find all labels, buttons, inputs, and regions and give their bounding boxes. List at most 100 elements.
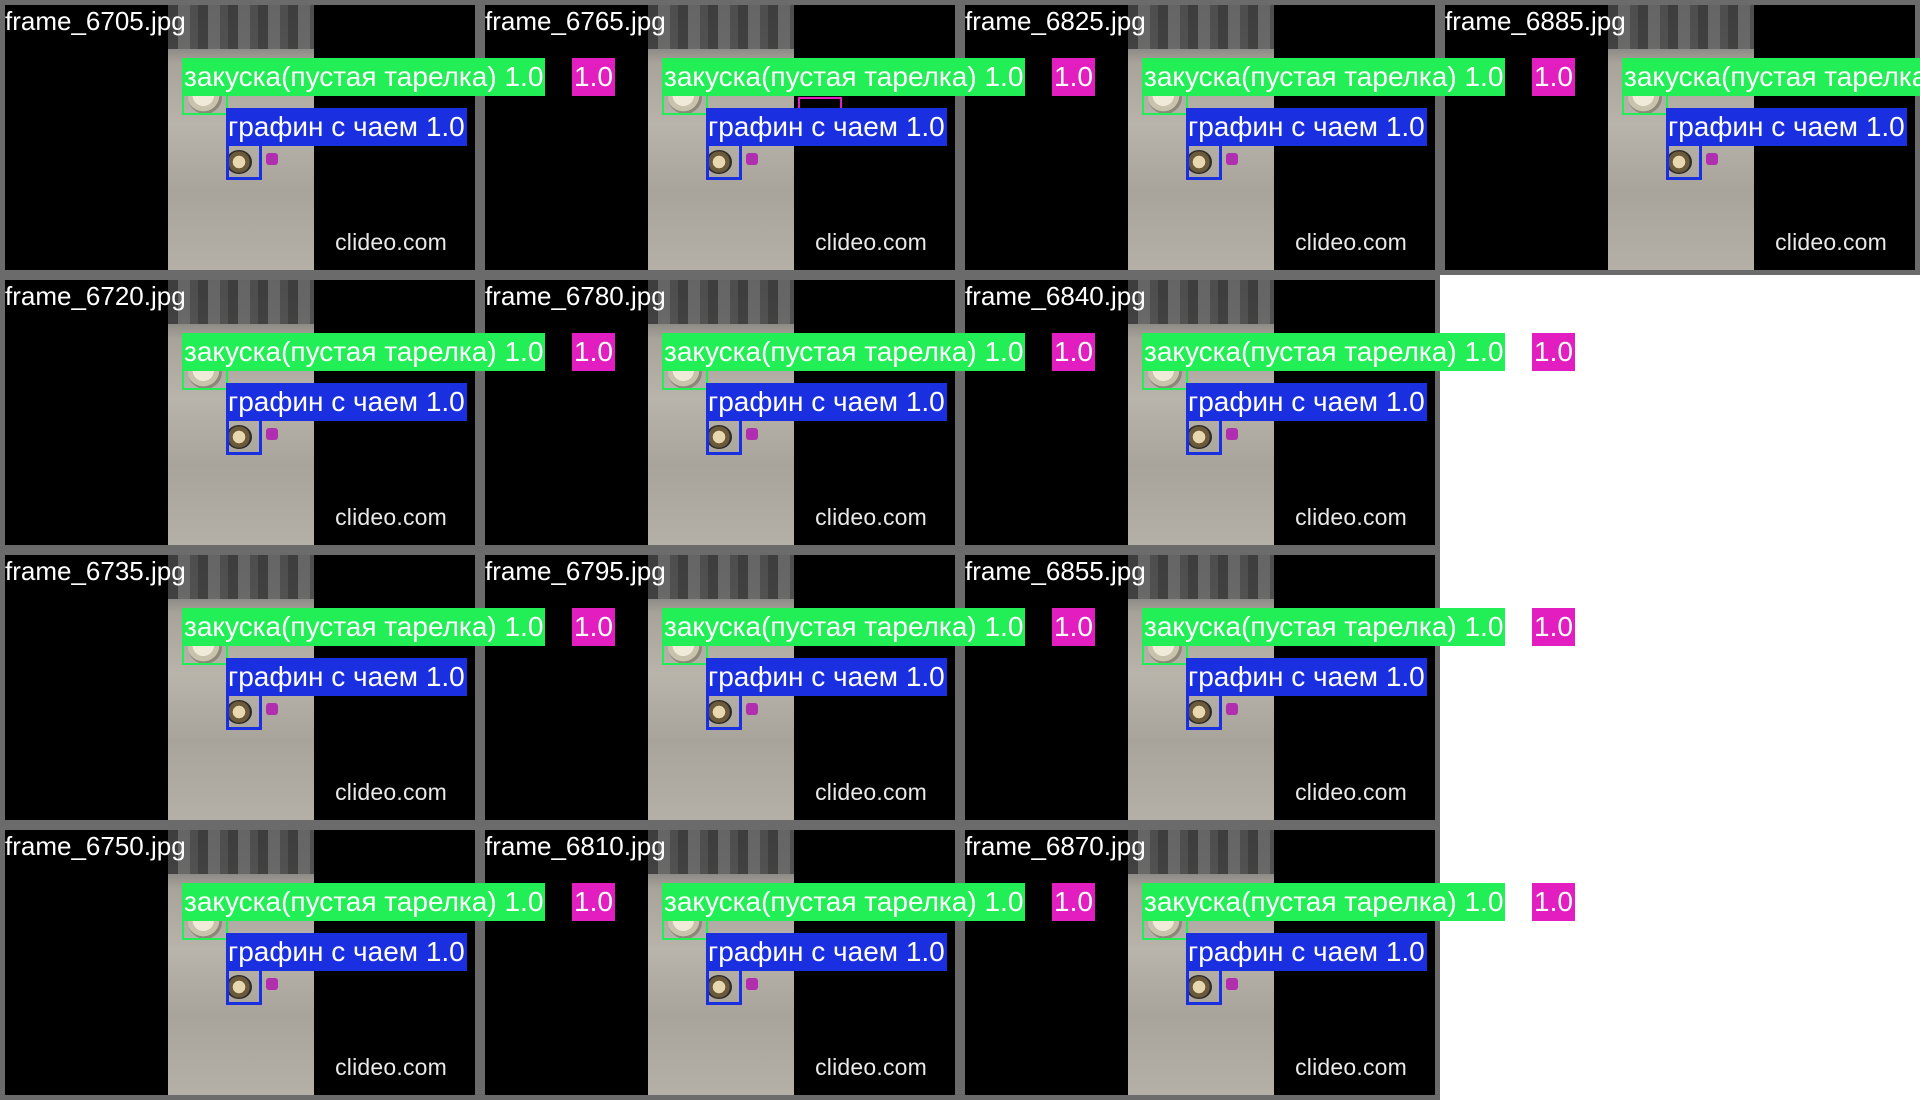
detection-box-carafe: [706, 415, 742, 455]
label-snack: закуска(пустая тарелка) 1.0: [662, 58, 1026, 96]
cup-object: [1226, 978, 1238, 990]
label-score: 1.0: [1532, 333, 1575, 371]
watermark: clideo.com: [335, 229, 447, 255]
label-score: 1.0: [1532, 608, 1575, 646]
detection-box-carafe: [1186, 690, 1222, 730]
label-carafe: графин с чаем 1.0: [226, 108, 467, 146]
watermark: clideo.com: [335, 1054, 447, 1080]
detection-box-carafe: [1186, 965, 1222, 1005]
shelf-region: [648, 830, 794, 874]
frame-tile: clideo.com frame_6750.jpg закуска(пустая т…: [0, 825, 615, 1100]
frame-tile: clideo.com frame_6705.jpg закуска(пустая т…: [0, 0, 615, 275]
shelf-region: [1128, 280, 1274, 324]
frame-tile: clideo.com frame_6735.jpg закуска(пустая т…: [0, 550, 615, 825]
label-snack: закуска(пустая тарелка) 1.0: [1142, 883, 1506, 921]
watermark: clideo.com: [1295, 504, 1407, 530]
detection-box-carafe: [226, 965, 262, 1005]
frame-filename: frame_6765.jpg: [485, 6, 666, 36]
watermark: clideo.com: [815, 229, 927, 255]
frame-grid: clideo.com frame_6705.jpg закуска(пустая т…: [0, 0, 1920, 1100]
cup-object: [746, 428, 758, 440]
shelf-region: [648, 280, 794, 324]
frame-tile: clideo.com frame_6825.jpg закуска(пустая т…: [960, 0, 1575, 275]
shelf-region: [168, 5, 314, 49]
frame-filename: frame_6780.jpg: [485, 281, 666, 311]
label-carafe: графин с чаем 1.0: [706, 658, 947, 696]
cup-object: [266, 153, 278, 165]
label-score: 1.0: [572, 883, 615, 921]
frame-tile: clideo.com frame_6780.jpg закуска(пустая т…: [480, 275, 1095, 550]
label-snack: закуска(пустая тарелка) 1.0: [1622, 58, 1920, 96]
cup-object: [1226, 153, 1238, 165]
detection-box-carafe: [706, 965, 742, 1005]
cup-object: [746, 703, 758, 715]
label-score: 1.0: [572, 58, 615, 96]
detection-box-carafe: [1186, 140, 1222, 180]
frame-tile: clideo.com frame_6720.jpg закуска(пустая т…: [0, 275, 615, 550]
watermark: clideo.com: [335, 779, 447, 805]
detection-box-carafe: [226, 140, 262, 180]
detection-box-carafe: [226, 690, 262, 730]
label-score: 1.0: [572, 333, 615, 371]
watermark: clideo.com: [1775, 229, 1887, 255]
label-snack: закуска(пустая тарелка) 1.0: [662, 333, 1026, 371]
label-score: 1.0: [572, 608, 615, 646]
watermark: clideo.com: [815, 504, 927, 530]
shelf-region: [1128, 830, 1274, 874]
label-carafe: графин с чаем 1.0: [226, 383, 467, 421]
frame-tile: clideo.com frame_6840.jpg закуска(пустая т…: [960, 275, 1575, 550]
label-carafe: графин с чаем 1.0: [226, 658, 467, 696]
cup-object: [266, 428, 278, 440]
cup-object: [266, 978, 278, 990]
frame-filename: frame_6795.jpg: [485, 556, 666, 586]
label-score: 1.0: [1052, 608, 1095, 646]
detection-box-carafe: [706, 140, 742, 180]
detection-box-carafe: [1186, 415, 1222, 455]
shelf-region: [648, 555, 794, 599]
frame-filename: frame_6810.jpg: [485, 831, 666, 861]
frame-filename: frame_6870.jpg: [965, 831, 1146, 861]
frame-filename: frame_6825.jpg: [965, 6, 1146, 36]
shelf-region: [1128, 555, 1274, 599]
detection-box-carafe: [1666, 140, 1702, 180]
frame-filename: frame_6840.jpg: [965, 281, 1146, 311]
cup-object: [1226, 703, 1238, 715]
frame-tile: clideo.com frame_6885.jpg закуска(пустая т…: [1440, 0, 1920, 275]
frame-filename: frame_6735.jpg: [5, 556, 186, 586]
cup-object: [1226, 428, 1238, 440]
frame-filename: frame_6750.jpg: [5, 831, 186, 861]
label-carafe: графин с чаем 1.0: [706, 383, 947, 421]
cup-object: [266, 703, 278, 715]
label-carafe: графин с чаем 1.0: [1186, 383, 1427, 421]
frame-tile: clideo.com frame_6765.jpg закуска(пустая т…: [480, 0, 1095, 275]
detection-box-carafe: [706, 690, 742, 730]
label-carafe: графин с чаем 1.0: [1666, 108, 1907, 146]
frame-tile: clideo.com frame_6795.jpg закуска(пустая т…: [480, 550, 1095, 825]
watermark: clideo.com: [815, 1054, 927, 1080]
shelf-region: [168, 555, 314, 599]
frame-tile: clideo.com frame_6855.jpg закуска(пустая т…: [960, 550, 1575, 825]
frame-filename: frame_6855.jpg: [965, 556, 1146, 586]
watermark: clideo.com: [335, 504, 447, 530]
cup-object: [746, 978, 758, 990]
label-carafe: графин с чаем 1.0: [1186, 658, 1427, 696]
label-score: 1.0: [1532, 58, 1575, 96]
cup-object: [746, 153, 758, 165]
label-snack: закуска(пустая тарелка) 1.0: [662, 883, 1026, 921]
label-score: 1.0: [1052, 333, 1095, 371]
label-score: 1.0: [1532, 883, 1575, 921]
shelf-region: [1128, 5, 1274, 49]
cup-object: [1706, 153, 1718, 165]
watermark: clideo.com: [815, 779, 927, 805]
label-snack: закуска(пустая тарелка) 1.0: [1142, 608, 1506, 646]
label-carafe: графин с чаем 1.0: [706, 933, 947, 971]
frame-tile: clideo.com frame_6870.jpg закуска(пустая т…: [960, 825, 1575, 1100]
label-carafe: графин с чаем 1.0: [706, 108, 947, 146]
watermark: clideo.com: [1295, 229, 1407, 255]
frame-filename: frame_6720.jpg: [5, 281, 186, 311]
label-snack: закуска(пустая тарелка) 1.0: [182, 58, 546, 96]
label-carafe: графин с чаем 1.0: [1186, 933, 1427, 971]
watermark: clideo.com: [1295, 1054, 1407, 1080]
label-score: 1.0: [1052, 58, 1095, 96]
frame-filename: frame_6885.jpg: [1445, 6, 1626, 36]
